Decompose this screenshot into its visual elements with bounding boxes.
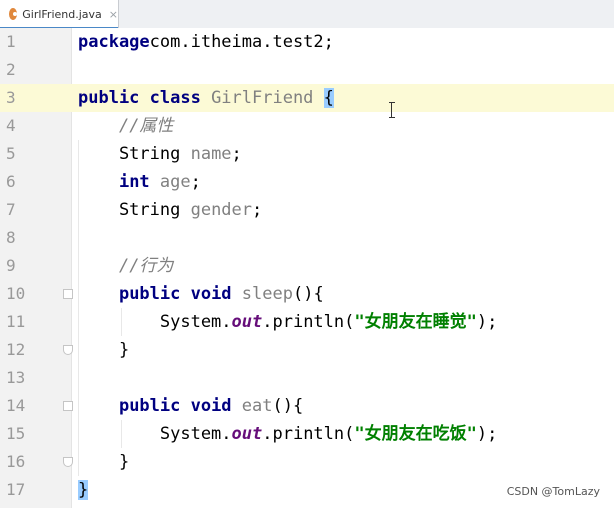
line-number: 7 (6, 200, 16, 219)
code-line[interactable]: 5 String name; (0, 140, 614, 168)
code-text: System.out.println("女朋友在吃饭"); (78, 424, 498, 444)
code-line[interactable]: 6 int age; (0, 168, 614, 196)
code-text: //行为 (118, 256, 174, 276)
text-cursor-icon (389, 102, 395, 118)
tab-filename: GirlFriend.java (22, 7, 102, 21)
fold-marker-icon[interactable] (63, 401, 73, 411)
code-editor[interactable]: 1 packagecom.itheima.test2; 2 3 public class… (0, 28, 614, 508)
line-number: 13 (6, 368, 26, 387)
code-text: String name; (78, 144, 242, 164)
line-number: 3 (0, 84, 48, 112)
code-text: packagecom.itheima.test2; (78, 32, 334, 52)
code-line[interactable]: 16 } (0, 448, 614, 476)
code-line[interactable]: 10 public void sleep(){ (0, 280, 614, 308)
line-number: 4 (6, 116, 16, 135)
line-number: 9 (6, 256, 16, 275)
code-text: int age; (118, 172, 201, 192)
editor-tab-bar: GirlFriend.java × (0, 0, 614, 29)
code-line[interactable]: 9 //行为 (0, 252, 614, 280)
code-line[interactable]: 1 packagecom.itheima.test2; (0, 28, 614, 56)
code-text: String gender; (78, 200, 263, 220)
code-text: } (78, 480, 89, 500)
line-number: 8 (6, 228, 16, 247)
code-line[interactable]: 14 public void eat(){ (0, 392, 614, 420)
code-line[interactable]: 11 System.out.println("女朋友在睡觉"); (0, 308, 614, 336)
tab-close-icon[interactable]: × (109, 8, 118, 21)
code-line[interactable]: 15 System.out.println("女朋友在吃饭"); (0, 420, 614, 448)
watermark: CSDN @TomLazy (506, 485, 600, 498)
line-number: 10 (6, 284, 26, 303)
line-number: 14 (6, 396, 26, 415)
code-text: public void eat(){ (118, 396, 304, 416)
code-line[interactable]: 7 String gender; (0, 196, 614, 224)
line-number: 16 (6, 452, 26, 471)
code-line[interactable]: 2 (0, 56, 614, 84)
code-line[interactable]: 4 //属性 (0, 112, 614, 140)
indent-guide-class (78, 140, 79, 476)
code-text: //属性 (118, 116, 174, 136)
fold-marker-icon[interactable] (63, 457, 73, 467)
line-number: 12 (6, 340, 26, 359)
line-number: 1 (6, 32, 16, 51)
indent-guide-eat (121, 420, 122, 448)
line-number: 5 (6, 144, 16, 163)
code-line[interactable]: 13 (0, 364, 614, 392)
line-number: 17 (6, 480, 26, 499)
code-line[interactable]: 8 (0, 224, 614, 252)
java-class-icon (9, 8, 18, 20)
code-text: public class GirlFriend { (78, 88, 334, 108)
code-text: System.out.println("女朋友在睡觉"); (78, 312, 498, 332)
line-number: 6 (6, 172, 16, 191)
fold-marker-icon[interactable] (63, 345, 73, 355)
indent-guide-sleep (121, 308, 122, 336)
line-number: 15 (6, 424, 26, 443)
code-line[interactable]: 12 } (0, 336, 614, 364)
code-text: } (78, 340, 130, 360)
code-text: public void sleep(){ (118, 284, 324, 304)
code-text: } (78, 452, 130, 472)
tab-girlfriend-java[interactable]: GirlFriend.java × (0, 0, 119, 29)
line-number: 11 (6, 312, 26, 331)
fold-marker-icon[interactable] (63, 289, 73, 299)
line-number: 2 (6, 60, 16, 79)
code-line[interactable]: 3 public class GirlFriend { (0, 84, 614, 112)
